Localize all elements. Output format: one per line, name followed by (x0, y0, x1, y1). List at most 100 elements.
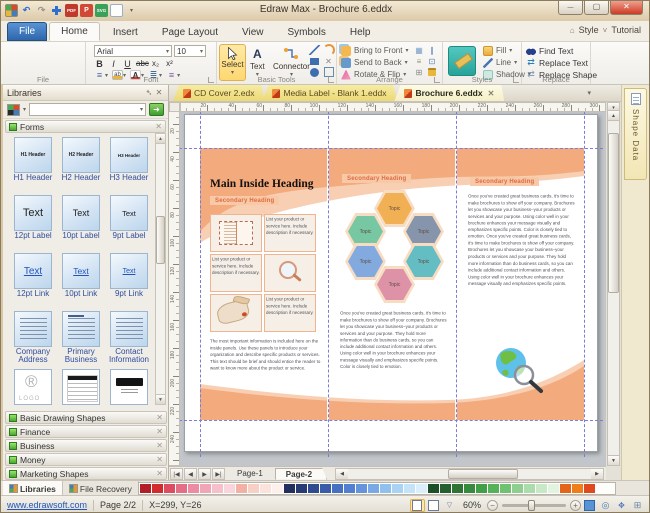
color-swatch[interactable] (188, 484, 199, 493)
guide-line[interactable] (180, 148, 603, 149)
library-shape[interactable]: H1 Header H1 Header (9, 137, 57, 195)
grid-image-cell[interactable] (210, 294, 262, 332)
color-swatch[interactable] (404, 484, 415, 493)
secondary-heading[interactable]: Secondary Heading (470, 177, 539, 186)
color-swatch[interactable] (332, 484, 343, 493)
color-swatch[interactable] (200, 484, 211, 493)
theme-brush-button[interactable] (448, 46, 476, 76)
document-tab[interactable]: CD Cover 2.edx ✕ (173, 85, 264, 101)
font-size-select[interactable]: 10 ▾ (174, 45, 206, 57)
library-shape[interactable]: Text 10pt Label (57, 195, 105, 253)
brochure-page[interactable]: Main Inside Heading Secondary Heading Li… (184, 114, 598, 452)
view-mode-button[interactable] (426, 499, 441, 512)
replace-command[interactable]: Replace Text (526, 57, 597, 68)
split-view-icon[interactable]: ▾ (608, 103, 619, 111)
color-swatch[interactable] (416, 484, 427, 493)
canvas-tool-button[interactable] (598, 499, 613, 512)
color-swatch[interactable] (164, 484, 175, 493)
color-swatch[interactable] (428, 484, 439, 493)
color-swatch[interactable] (548, 484, 559, 493)
color-swatch[interactable] (452, 484, 463, 493)
previous-page-icon[interactable]: ◀ (184, 468, 197, 480)
color-swatch[interactable] (212, 484, 223, 493)
tab-overflow-icon[interactable]: ▾ (587, 89, 591, 97)
ribbon-tab[interactable]: Home (49, 22, 100, 41)
guide-line[interactable] (584, 112, 585, 457)
arrange-mini-icon[interactable] (413, 56, 425, 66)
file-tool-icon[interactable] (37, 45, 50, 58)
arrange-command[interactable]: Bring to Front ▾ (341, 45, 408, 56)
scrollbar-thumb[interactable] (608, 133, 619, 293)
color-swatch[interactable] (536, 484, 547, 493)
color-swatch[interactable] (356, 484, 367, 493)
guide-line[interactable] (456, 112, 457, 457)
file-tool-icon[interactable] (52, 45, 65, 58)
dialog-launcher-icon[interactable] (328, 77, 334, 83)
color-swatch[interactable] (440, 484, 451, 493)
scrollbar-thumb[interactable] (448, 469, 518, 479)
library-shape[interactable] (57, 369, 105, 405)
scrollbar-thumb[interactable] (156, 216, 165, 264)
library-shape[interactable]: Text 12pt Link (9, 253, 57, 311)
canvas-tool-button[interactable] (630, 499, 645, 512)
arrange-command[interactable]: Send to Back ▾ (341, 57, 408, 68)
middle-panel-paragraph[interactable]: Once you've created great business cards… (340, 310, 448, 370)
color-swatch[interactable] (380, 484, 391, 493)
library-scrollbar[interactable]: ▲ ▼ (155, 133, 166, 405)
tutorial-menu[interactable]: Tutorial (611, 25, 641, 35)
secondary-heading[interactable]: Secondary Heading (342, 174, 411, 183)
close-icon[interactable]: ✕ (156, 469, 163, 478)
font-style-button[interactable]: abc (136, 59, 147, 69)
drawing-canvas[interactable]: Main Inside Heading Secondary Heading Li… (180, 112, 606, 466)
close-icon[interactable]: ✕ (154, 88, 164, 97)
panel-tab[interactable]: Libraries (3, 481, 63, 496)
file-tool-icon[interactable] (22, 60, 35, 73)
window-button[interactable] (610, 1, 643, 15)
ribbon-tab[interactable]: File (7, 22, 47, 41)
ribbon-tab[interactable]: View (231, 24, 275, 41)
brochure-left-panel[interactable]: Main Inside Heading Secondary Heading Li… (200, 148, 328, 420)
color-swatch[interactable] (500, 484, 511, 493)
zoom-slider-thumb[interactable] (528, 500, 535, 511)
zoom-out-button[interactable]: − (487, 500, 498, 511)
library-shape[interactable]: Primary Business (57, 311, 105, 369)
library-shape[interactable]: Text 12pt Label (9, 195, 57, 253)
font-style-button[interactable]: I (108, 59, 119, 69)
color-swatch[interactable] (524, 484, 535, 493)
library-shape[interactable]: H2 Header H2 Header (57, 137, 105, 195)
brochure-middle-panel[interactable]: Secondary Heading Topic Topic Topic Topi… (328, 148, 456, 420)
library-section-forms[interactable]: Forms ✕ (5, 120, 166, 133)
library-shape[interactable] (105, 369, 153, 405)
guide-line[interactable] (200, 112, 201, 457)
dialog-launcher-icon[interactable] (208, 77, 214, 83)
font-style-button[interactable]: x₂ (150, 59, 161, 69)
document-tab[interactable]: Media Label - Blank 1.eddx ✕ (262, 85, 396, 101)
window-button[interactable] (558, 1, 583, 15)
grid-text-cell[interactable]: List your product or service here. Inclu… (210, 254, 262, 292)
font-style-button[interactable]: B (94, 59, 105, 69)
document-tab[interactable]: Brochure 6.eddx ✕ (394, 85, 504, 101)
brochure-right-panel[interactable]: Secondary Heading Once you've created gr… (456, 148, 584, 420)
zoom-slider[interactable] (502, 504, 566, 507)
topic-hexagon-diagram[interactable]: Topic Topic Topic Topic Topic (337, 190, 447, 300)
file-tool-icon[interactable] (22, 45, 35, 58)
library-section[interactable]: Money ✕ (5, 453, 167, 466)
library-shape[interactable]: Company Address (9, 311, 57, 369)
library-palette-icon[interactable] (7, 104, 20, 116)
library-section[interactable]: Finance ✕ (5, 425, 167, 438)
guide-line[interactable] (180, 420, 603, 421)
font-style-button[interactable]: x² (164, 59, 175, 69)
color-swatch[interactable] (248, 484, 259, 493)
dialog-launcher-icon[interactable] (434, 77, 440, 83)
main-inside-heading[interactable]: Main Inside Heading (210, 178, 314, 190)
library-shape[interactable]: LOGO (9, 369, 57, 405)
vertical-scrollbar[interactable]: ▾ ▲ ▼ (607, 102, 620, 466)
arrange-mini-icon[interactable] (413, 45, 425, 55)
library-section[interactable]: Business ✕ (5, 439, 167, 452)
connector-tool-button[interactable]: Connector ▾ (273, 46, 310, 78)
page-tab[interactable]: Page-1 (227, 468, 273, 479)
website-link[interactable]: www.edrawsoft.com (7, 500, 87, 510)
view-mode-button[interactable] (410, 499, 425, 512)
replace-command[interactable]: Find Text (526, 45, 597, 56)
library-section[interactable]: Marketing Shapes ✕ (5, 467, 167, 480)
